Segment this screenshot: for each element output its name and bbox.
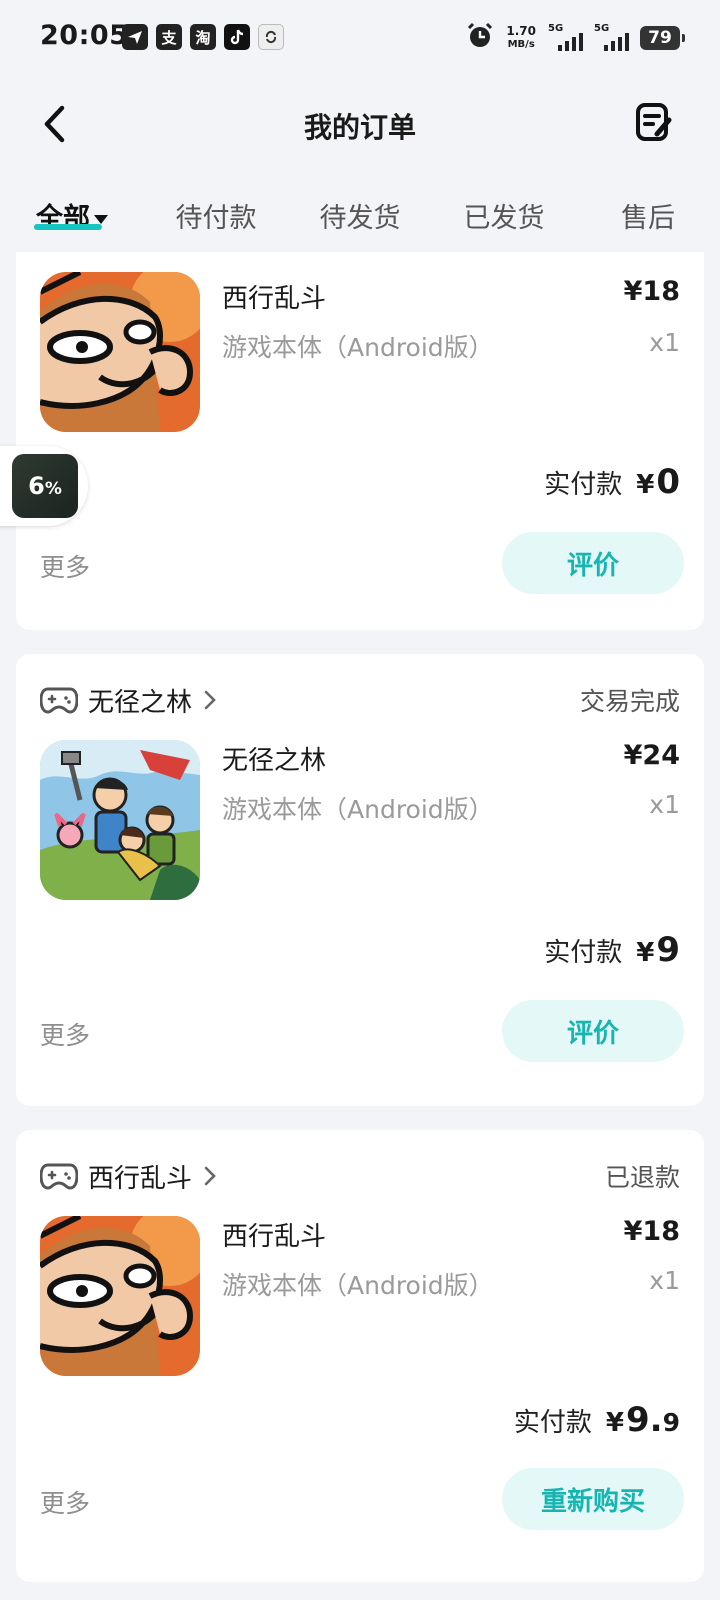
signal-5g-1: 5G xyxy=(548,23,583,53)
wujing-game-icon xyxy=(40,740,200,900)
product-variant: 游戏本体（Android版） xyxy=(222,795,494,824)
product-quantity: x1 xyxy=(649,1266,680,1295)
shop-name[interactable]: 无径之林 xyxy=(88,682,192,719)
page-title: 我的订单 xyxy=(303,111,416,144)
product-quantity: x1 xyxy=(649,790,680,819)
paid-currency: ¥ xyxy=(636,938,655,968)
tab-all[interactable]: 全部 xyxy=(0,180,144,248)
chevron-right-icon xyxy=(204,690,216,710)
paid-amount: 0 xyxy=(656,462,680,502)
tab-after-sales[interactable]: 售后 xyxy=(576,180,720,248)
tab-active-indicator xyxy=(33,224,102,230)
shop-name[interactable]: 西行乱斗 xyxy=(88,1158,192,1195)
paid-amount-decimal: 9 xyxy=(662,1408,680,1437)
alarm-icon xyxy=(466,22,494,54)
product-variant: 游戏本体（Android版） xyxy=(222,1271,494,1300)
product-thumbnail[interactable] xyxy=(40,272,200,432)
tiktok-app-icon xyxy=(224,24,250,50)
paid-amount: 9 xyxy=(656,930,680,970)
edit-orders-button[interactable] xyxy=(632,100,676,144)
alipay-app-icon: 支 xyxy=(156,24,182,50)
rebuy-button[interactable]: 重新购买 xyxy=(502,1468,684,1530)
product-variant: 游戏本体（Android版） xyxy=(222,333,494,362)
gamepad-icon xyxy=(40,687,78,714)
paid-amount-row: 实付款 ¥ 0 xyxy=(544,462,680,502)
feishu-app-icon xyxy=(122,24,148,50)
product-quantity: x1 xyxy=(649,328,680,357)
order-card[interactable]: 西行乱斗 游戏本体（Android版） ¥18 x1 实付款 ¥ 0 更多 评价 xyxy=(16,252,704,630)
battery-indicator: 79 xyxy=(640,26,685,50)
order-card[interactable]: 西行乱斗 已退款 西行乱斗 游戏本体（Android版） ¥18 x1 实付款 … xyxy=(16,1130,704,1582)
status-app-icons: 支 淘 xyxy=(122,24,284,50)
signal-bars-icon xyxy=(558,33,583,51)
order-status: 已退款 xyxy=(604,1163,680,1192)
gamepad-icon xyxy=(40,1163,78,1190)
product-price: ¥24 xyxy=(623,740,680,771)
order-status: 交易完成 xyxy=(579,687,680,716)
edit-note-icon xyxy=(636,103,672,141)
product-price: ¥18 xyxy=(623,1216,680,1247)
sync-app-icon xyxy=(258,24,284,50)
paid-label: 实付款 xyxy=(513,1408,592,1438)
product-name[interactable]: 西行乱斗 xyxy=(222,278,326,315)
product-thumbnail[interactable] xyxy=(40,1216,200,1376)
signal-bars-icon xyxy=(604,33,629,51)
more-link[interactable]: 更多 xyxy=(40,1016,90,1052)
xixing-game-icon xyxy=(40,272,200,432)
xixing-game-icon xyxy=(40,1216,200,1376)
more-link[interactable]: 更多 xyxy=(40,548,90,584)
caret-down-icon xyxy=(94,215,108,224)
tab-shipped[interactable]: 已发货 xyxy=(432,180,576,248)
product-thumbnail[interactable] xyxy=(40,740,200,900)
status-time: 20:05 xyxy=(40,20,129,51)
shop-row[interactable]: 无径之林 交易完成 xyxy=(40,680,680,720)
paid-amount-row: 实付款 ¥ 9. 9 xyxy=(514,1400,680,1440)
review-button[interactable]: 评价 xyxy=(502,1000,684,1062)
shop-row[interactable]: 西行乱斗 已退款 xyxy=(40,1156,680,1196)
game-progress-thumbnail: 6% xyxy=(12,454,78,518)
paid-amount: 9. xyxy=(626,1400,663,1440)
tab-pending-payment[interactable]: 待付款 xyxy=(144,180,288,248)
paid-currency: ¥ xyxy=(636,470,655,500)
download-progress: 6% xyxy=(28,472,62,500)
more-link[interactable]: 更多 xyxy=(40,1484,90,1520)
tab-pending-shipment[interactable]: 待发货 xyxy=(288,180,432,248)
paid-amount-row: 实付款 ¥ 9 xyxy=(544,930,680,970)
network-speed: 1.70 MB/s xyxy=(506,24,536,51)
review-button[interactable]: 评价 xyxy=(502,532,684,594)
product-name[interactable]: 西行乱斗 xyxy=(222,1216,326,1253)
status-right: 1.70 MB/s 5G 5G 79 xyxy=(466,22,685,54)
signal-5g-2: 5G xyxy=(594,23,629,53)
floating-download-widget[interactable]: 6% xyxy=(0,446,88,526)
paid-label: 实付款 xyxy=(544,938,623,968)
paid-label: 实付款 xyxy=(544,470,623,500)
paid-currency: ¥ xyxy=(605,1408,625,1438)
order-tabs: 全部 待付款 待发货 已发货 售后 xyxy=(0,180,720,248)
product-price: ¥18 xyxy=(623,276,680,307)
nav-header: 我的订单 xyxy=(0,80,720,170)
taobao-app-icon: 淘 xyxy=(190,24,216,50)
status-bar: 20:05 支 淘 1.70 MB/s 5G 5G 79 xyxy=(0,0,720,80)
order-card[interactable]: 无径之林 交易完成 无径之林 游戏本体（Android版） ¥24 x1 实付款… xyxy=(16,654,704,1106)
chevron-right-icon xyxy=(204,1166,216,1186)
product-name[interactable]: 无径之林 xyxy=(222,740,326,777)
